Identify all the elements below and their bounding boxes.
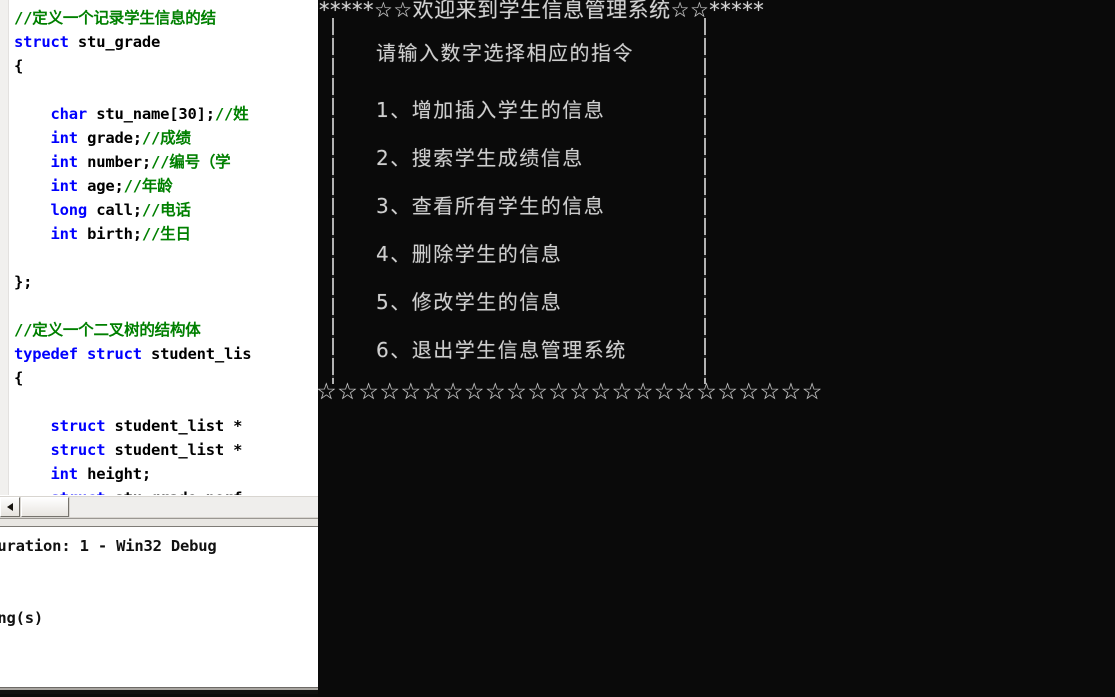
code-line: typedef struct student_lis: [14, 342, 318, 366]
code-token-kw: long: [50, 201, 88, 219]
console-banner-title: *****☆☆欢迎来到学生信息管理系统☆☆*****: [319, 0, 765, 22]
code-token-plain: stu_name[30];: [87, 105, 215, 123]
code-token-plain: number;: [77, 153, 151, 171]
code-token-plain: stu_grade: [68, 33, 161, 51]
build-output-warning-line: rning(s): [0, 609, 44, 627]
menu-item-modify-student[interactable]: 5、修改学生的信息: [376, 289, 1036, 315]
code-line: //定义一个记录学生信息的结: [14, 6, 318, 30]
code-token-cmt: //定义一个记录学生信息的结: [14, 9, 216, 27]
code-token-cmt: //成绩: [141, 129, 191, 147]
console-menu-block: 请输入数字选择相应的指令 1、增加插入学生的信息 2、搜索学生成绩信息 3、查看…: [376, 40, 1036, 363]
code-token-kw: int: [50, 465, 79, 483]
build-output-configuration-line: figuration: 1 - Win32 Debug: [0, 537, 217, 555]
screen-root: //定义一个记录学生信息的结 struct stu_grade { char stu…: [0, 0, 1115, 697]
code-token-cmt: //定义一个二叉树的结构体: [14, 321, 201, 339]
code-token-cmt: //年龄: [123, 177, 173, 195]
code-token-kw: char: [50, 105, 88, 123]
code-token-plain: call;: [87, 201, 142, 219]
code-line: int height;: [14, 462, 318, 486]
code-token-kw: int: [50, 129, 79, 147]
console-star-divider: ☆☆☆☆☆☆☆☆☆☆☆☆☆☆☆☆☆☆☆☆☆☆☆☆: [318, 379, 823, 405]
editor-gutter: [0, 0, 9, 495]
source-code-text[interactable]: //定义一个记录学生信息的结 struct stu_grade { char stu…: [14, 6, 318, 495]
console-prompt-text: 请输入数字选择相应的指令: [376, 41, 634, 65]
menu-item-add-student[interactable]: 1、增加插入学生的信息: [376, 97, 1036, 123]
code-line: };: [14, 270, 318, 294]
code-line: long call;//电话: [14, 198, 318, 222]
code-line: struct student_list *: [14, 438, 318, 462]
triangle-left-icon: [7, 503, 13, 511]
scroll-left-arrow-icon[interactable]: [0, 497, 20, 517]
editor-horizontal-scrollbar[interactable]: [0, 495, 318, 518]
code-token-cmt: //电话: [141, 201, 191, 219]
code-token-kw: typedef struct: [14, 345, 142, 363]
code-token-plain: student_lis: [141, 345, 252, 363]
code-token-plain: grade;: [77, 129, 142, 147]
code-editor-pane[interactable]: //定义一个记录学生信息的结 struct stu_grade { char stu…: [9, 0, 318, 495]
code-token-kw: int: [50, 177, 79, 195]
scrollbar-thumb[interactable]: [21, 497, 69, 517]
code-token-kw: struct: [50, 417, 106, 435]
code-token-cmt: //生日: [141, 225, 191, 243]
code-token-plain: birth;: [77, 225, 142, 243]
code-token-plain: age;: [77, 177, 124, 195]
code-token-plain: student_list *: [105, 441, 243, 459]
code-line: {: [14, 366, 318, 390]
code-token-cmt: //编号（学: [151, 153, 231, 171]
menu-item-delete-student[interactable]: 4、删除学生的信息: [376, 241, 1036, 267]
code-line: int number;//编号（学: [14, 150, 318, 174]
code-line: int birth;//生日: [14, 222, 318, 246]
scrollbar-track[interactable]: [70, 497, 318, 517]
menu-item-search-student[interactable]: 2、搜索学生成绩信息: [376, 145, 1036, 171]
pane-splitter[interactable]: [0, 518, 318, 527]
code-token-plain: height;: [77, 465, 151, 483]
code-token-plain: {: [14, 369, 24, 387]
code-token-kw: struct: [14, 33, 69, 51]
console-left-vertical-rule: [332, 18, 334, 384]
code-token-plain: };: [14, 273, 33, 291]
code-token-kw: int: [50, 225, 79, 243]
code-token-kw: struct: [50, 441, 106, 459]
code-line: {: [14, 54, 318, 78]
code-line: int age;//年龄: [14, 174, 318, 198]
code-line: char stu_name[30];//姓: [14, 102, 318, 126]
code-token-plain: {: [14, 57, 24, 75]
visual-cpp-ide-window[interactable]: //定义一个记录学生信息的结 struct stu_grade { char stu…: [0, 0, 318, 694]
console-surface[interactable]: 请输入数字选择相应的指令 1、增加插入学生的信息 2、搜索学生成绩信息 3、查看…: [318, 0, 1115, 697]
code-line: struct stu_grade perf: [14, 486, 318, 495]
build-output-pane[interactable]: figuration: 1 - Win32 Debug rning(s): [0, 527, 318, 687]
console-window[interactable]: 请输入数字选择相应的指令 1、增加插入学生的信息 2、搜索学生成绩信息 3、查看…: [318, 0, 1115, 697]
code-line: struct stu_grade: [14, 30, 318, 54]
code-line: struct student_list *: [14, 414, 318, 438]
code-token-plain: student_list *: [105, 417, 243, 435]
code-line: //定义一个二叉树的结构体: [14, 318, 318, 342]
code-token-cmt: //姓: [214, 105, 249, 123]
code-line: int grade;//成绩: [14, 126, 318, 150]
ide-window-bottom-fill: [0, 690, 318, 694]
code-token-kw: int: [50, 153, 79, 171]
menu-item-exit-system[interactable]: 6、退出学生信息管理系统: [376, 337, 1036, 363]
menu-item-view-all[interactable]: 3、查看所有学生的信息: [376, 193, 1036, 219]
